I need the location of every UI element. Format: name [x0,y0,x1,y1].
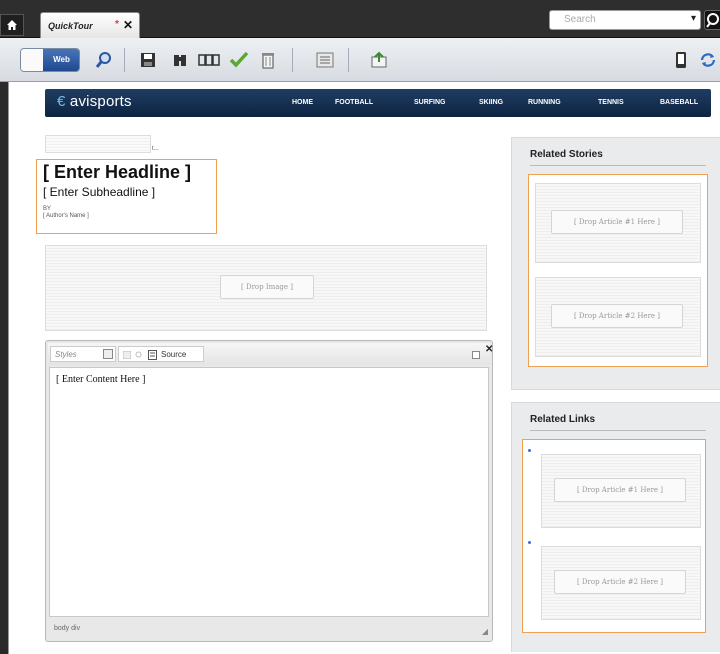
source-icon [148,350,157,360]
list-icon [316,52,334,68]
related-story-drop-target[interactable]: [ Drop Article #1 Here ] [551,210,683,234]
insert-icon [371,51,387,68]
nav-item-home[interactable]: HOME [292,99,313,106]
related-link-slot[interactable]: [ Drop Article #1 Here ] [541,454,701,528]
view-mode-toggle[interactable]: Web [20,48,80,72]
search-placeholder: Search [564,14,596,25]
magnifier-icon [95,52,111,68]
related-link-drop-target[interactable]: [ Drop Article #1 Here ] [554,478,686,502]
related-links-panel: Related Links [ Drop Article #1 Here ] [… [511,402,720,652]
nav-item-surfing[interactable]: SURFING [414,99,446,106]
styles-label: Styles [55,350,77,359]
search-dropdown-icon[interactable]: ▾ [691,13,696,24]
find-icon [135,351,142,358]
site-logo: € avisports [57,93,132,110]
site-navigation: € avisports HOME FOOTBALL SURFING SKIING… [45,89,711,117]
layout-icon [198,54,220,66]
mobile-device-icon [676,52,686,68]
search-icon [706,13,719,28]
search-input[interactable]: Search ▾ [549,10,701,30]
editor-toolbar: Web [0,38,720,82]
nav-item-tennis[interactable]: TENNIS [598,99,624,106]
section-placeholder[interactable] [45,135,151,153]
preview-button[interactable] [92,48,116,72]
tab-bar: QuickTour * ✕ Search ▾ [0,0,720,38]
related-links-title: Related Links [530,414,596,425]
view-mode-web[interactable]: Web [43,49,79,71]
related-link-slot[interactable]: [ Drop Article #2 Here ] [541,546,701,620]
related-stories-panel: Related Stories [ Drop Article #1 Here ]… [511,137,720,390]
section-divider [530,165,706,166]
headline-block[interactable]: [ Enter Headline ] [ Enter Subheadline ]… [36,159,217,234]
author-field[interactable]: [ Author's Name ] [43,213,216,219]
find-button[interactable] [168,48,192,72]
home-button[interactable] [0,14,24,36]
page-canvas: € avisports HOME FOOTBALL SURFING SKIING… [8,82,720,654]
subheadline-field[interactable]: [ Enter Subheadline ] [43,185,216,199]
list-bullet [528,541,531,544]
refresh-icon [700,53,716,67]
editor-toolbar-strip: Styles Source [48,343,490,365]
rich-text-editor: Styles Source [ Enter Content Here ] bod… [45,340,493,642]
list-bullet [528,449,531,452]
related-link-drop-target[interactable]: [ Drop Article #2 Here ] [554,570,686,594]
logo-text: avisports [69,93,132,110]
tab-title: QuickTour [48,21,93,31]
nav-item-running[interactable]: RUNNING [528,99,561,106]
nav-item-baseball[interactable]: BASEBALL [660,99,698,106]
related-stories-title: Related Stories [530,149,603,160]
image-drop-target[interactable]: [ Drop Image ] [220,275,314,299]
related-links-drop-area[interactable]: [ Drop Article #1 Here ] [ Drop Article … [522,439,706,633]
list-button[interactable] [313,48,337,72]
editor-close-button[interactable]: ✕ [485,344,493,355]
related-stories-drop-area[interactable]: [ Drop Article #1 Here ] [ Drop Article … [528,174,708,367]
nav-item-skiing[interactable]: SKIING [479,99,503,106]
save-button[interactable] [136,48,160,72]
related-story-drop-target[interactable]: [ Drop Article #2 Here ] [551,304,683,328]
mobile-preview-button[interactable] [669,48,693,72]
related-story-slot[interactable]: [ Drop Article #2 Here ] [535,277,701,357]
resize-handle-icon[interactable]: ◢ [482,627,488,636]
source-button[interactable]: Source [118,346,204,362]
toolbar-separator [124,48,125,72]
unsaved-marker: * [115,19,119,30]
styles-dropdown[interactable]: Styles [50,346,116,362]
delete-button[interactable] [256,48,280,72]
search-button[interactable] [704,10,720,30]
related-story-slot[interactable]: [ Drop Article #1 Here ] [535,183,701,263]
insert-button[interactable] [367,48,391,72]
section-divider [530,430,706,431]
section-placeholder-text: t... [152,146,159,152]
checkmark-icon [229,51,249,68]
close-tab-button[interactable]: ✕ [123,18,133,32]
toolbar-separator [348,48,349,72]
binoculars-icon [174,55,186,66]
logo-mark-icon: € [57,93,66,110]
save-icon [141,53,155,67]
chevron-down-icon[interactable] [103,349,113,359]
editor-content-area[interactable]: [ Enter Content Here ] [49,367,489,617]
trash-icon [262,53,274,69]
approve-button[interactable] [227,48,251,72]
nav-item-football[interactable]: FOOTBALL [335,99,373,106]
layout-button[interactable] [197,48,221,72]
toolbar-separator [292,48,293,72]
home-icon [7,20,17,30]
headline-field[interactable]: [ Enter Headline ] [43,161,216,183]
image-drop-zone[interactable]: [ Drop Image ] [45,245,487,331]
source-label: Source [161,350,187,359]
editor-element-path: body div [54,625,81,632]
view-mode-off[interactable] [21,49,43,71]
refresh-button[interactable] [696,48,720,72]
byline-label: BY [43,206,52,212]
paste-icon [123,351,131,359]
document-tab[interactable]: QuickTour * ✕ [40,12,140,38]
editor-minimize-button[interactable] [472,351,480,359]
